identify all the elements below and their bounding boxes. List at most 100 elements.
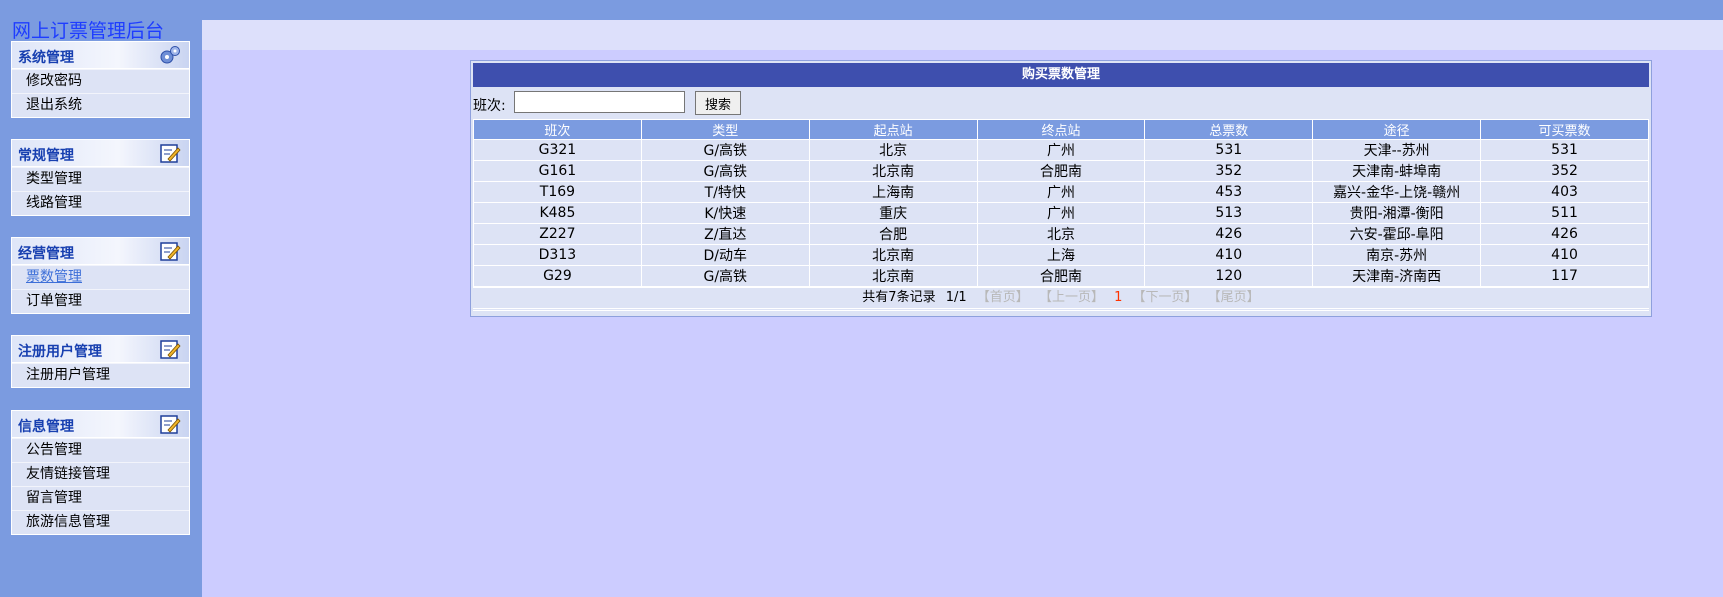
- table-cell: 天津南-蚌埠南: [1312, 160, 1482, 182]
- sidebar-group-business: 经营管理 票数管理 订单管理: [11, 237, 190, 314]
- last-page-link[interactable]: 【尾页】: [1208, 290, 1260, 305]
- table-cell: 上海南: [808, 181, 978, 203]
- table-cell: 北京南: [808, 244, 978, 266]
- sidebar-item-type-management[interactable]: 类型管理: [12, 167, 189, 191]
- table-cell: 广州: [976, 139, 1146, 161]
- table-row: G321 G/高铁 北京 广州 531 天津--苏州 531: [473, 139, 1649, 161]
- table-cell: 117: [1480, 265, 1649, 287]
- page-info: 1/1: [945, 290, 967, 305]
- table-row: D313 D/动车 北京南 上海 410 南京-苏州 410: [473, 244, 1649, 266]
- table-cell: 广州: [976, 202, 1146, 224]
- sidebar-item-registered-users[interactable]: 注册用户管理: [12, 363, 189, 387]
- settings-gears-icon: [160, 46, 180, 64]
- table-cell: Z227: [473, 223, 642, 245]
- table-cell: Z/直达: [640, 223, 810, 245]
- sidebar-item-change-password[interactable]: 修改密码: [12, 69, 189, 93]
- table-cell: 352: [1480, 160, 1649, 182]
- top-bar: [0, 0, 1723, 20]
- sidebar-group-header[interactable]: 系统管理: [12, 42, 189, 69]
- sidebar-group-title: 系统管理: [18, 50, 74, 66]
- main-header-strip: [202, 20, 1723, 50]
- sidebar-item-travel-info[interactable]: 旅游信息管理: [12, 510, 189, 534]
- sidebar-group-info: 信息管理 公告管理 友情链接管理 留言管理 旅游信息管理: [11, 410, 190, 535]
- pagination: 共有7条记录 1/1 【首页】 【上一页】 1 【下一页】 【尾页】: [473, 287, 1649, 309]
- first-page-link[interactable]: 【首页】: [977, 290, 1029, 305]
- train-number-search-input[interactable]: [514, 91, 685, 113]
- current-page: 1: [1114, 290, 1123, 305]
- ticket-management-panel: 购买票数管理 班次: 搜索 班次 类型 起点站 终点站 总票数 途径 可买票数 …: [470, 60, 1652, 317]
- sidebar-group-title: 经营管理: [18, 246, 74, 262]
- table-cell: 六安-霍邱-阜阳: [1312, 223, 1482, 245]
- table-cell: G/高铁: [640, 139, 810, 161]
- table-cell: 410: [1144, 244, 1314, 266]
- table-cell: 120: [1144, 265, 1314, 287]
- sidebar: 网上订票管理后台 系统管理 修改密码 退出系统 常规管理 类型管理 线路管理 经…: [0, 0, 202, 597]
- search-label: 班次:: [473, 98, 506, 114]
- table-cell: 南京-苏州: [1312, 244, 1482, 266]
- table-cell: 北京: [976, 223, 1146, 245]
- next-page-link[interactable]: 【下一页】: [1133, 290, 1198, 305]
- table-cell: T/特快: [640, 181, 810, 203]
- table-cell: 天津--苏州: [1312, 139, 1482, 161]
- sidebar-group-users: 注册用户管理 注册用户管理: [11, 335, 190, 388]
- sidebar-group-title: 常规管理: [18, 148, 74, 164]
- panel-footer: [473, 310, 1649, 314]
- table-cell: 上海: [976, 244, 1146, 266]
- search-button[interactable]: 搜索: [695, 91, 741, 115]
- column-header: 途径: [1312, 119, 1482, 140]
- table-cell: G/高铁: [640, 265, 810, 287]
- edit-note-icon: [160, 242, 181, 261]
- table-cell: 453: [1144, 181, 1314, 203]
- sidebar-group-header[interactable]: 经营管理: [12, 238, 189, 265]
- table-cell: G321: [473, 139, 642, 161]
- table-cell: 广州: [976, 181, 1146, 203]
- table-cell: D313: [473, 244, 642, 266]
- ticket-table: 班次 类型 起点站 终点站 总票数 途径 可买票数 G321 G/高铁 北京 广州 53…: [473, 119, 1649, 287]
- sidebar-group-title: 注册用户管理: [18, 344, 102, 360]
- sidebar-item-order-management[interactable]: 订单管理: [12, 289, 189, 313]
- column-header: 可买票数: [1480, 119, 1649, 140]
- sidebar-group-general: 常规管理 类型管理 线路管理: [11, 139, 190, 216]
- sidebar-item-announcements[interactable]: 公告管理: [12, 438, 189, 462]
- sidebar-item-friend-links[interactable]: 友情链接管理: [12, 462, 189, 486]
- table-cell: D/动车: [640, 244, 810, 266]
- table-cell: G161: [473, 160, 642, 182]
- table-row: K485 K/快速 重庆 广州 513 贵阳-湘潭-衡阳 511: [473, 202, 1649, 224]
- sidebar-item-route-management[interactable]: 线路管理: [12, 191, 189, 215]
- table-cell: 426: [1144, 223, 1314, 245]
- table-row: G29 G/高铁 北京南 合肥南 120 天津南-济南西 117: [473, 265, 1649, 287]
- sidebar-item-ticket-management[interactable]: 票数管理: [12, 265, 189, 289]
- table-cell: 531: [1144, 139, 1314, 161]
- sidebar-item-logout[interactable]: 退出系统: [12, 93, 189, 117]
- table-cell: 426: [1480, 223, 1649, 245]
- sidebar-item-messages[interactable]: 留言管理: [12, 486, 189, 510]
- panel-title: 购买票数管理: [473, 63, 1649, 87]
- table-cell: 511: [1480, 202, 1649, 224]
- sidebar-group-title: 信息管理: [18, 419, 74, 435]
- sidebar-group-system: 系统管理 修改密码 退出系统: [11, 41, 190, 118]
- table-cell: 513: [1144, 202, 1314, 224]
- sidebar-group-header[interactable]: 常规管理: [12, 140, 189, 167]
- table-cell: T169: [473, 181, 642, 203]
- sidebar-group-header[interactable]: 信息管理: [12, 411, 189, 438]
- sidebar-group-header[interactable]: 注册用户管理: [12, 336, 189, 363]
- table-cell: 合肥南: [976, 160, 1146, 182]
- table-cell: 贵阳-湘潭-衡阳: [1312, 202, 1482, 224]
- table-cell: 北京: [808, 139, 978, 161]
- table-cell: 重庆: [808, 202, 978, 224]
- column-header: 班次: [473, 119, 642, 140]
- column-header: 终点站: [976, 119, 1146, 140]
- table-cell: K485: [473, 202, 642, 224]
- edit-note-icon: [160, 144, 181, 163]
- table-row: G161 G/高铁 北京南 合肥南 352 天津南-蚌埠南 352: [473, 160, 1649, 182]
- table-cell: 352: [1144, 160, 1314, 182]
- table-cell: 合肥南: [976, 265, 1146, 287]
- prev-page-link[interactable]: 【上一页】: [1039, 290, 1104, 305]
- table-cell: 北京南: [808, 265, 978, 287]
- table-row: Z227 Z/直达 合肥 北京 426 六安-霍邱-阜阳 426: [473, 223, 1649, 245]
- table-cell: 嘉兴-金华-上饶-赣州: [1312, 181, 1482, 203]
- column-header: 起点站: [808, 119, 978, 140]
- table-row: T169 T/特快 上海南 广州 453 嘉兴-金华-上饶-赣州 403: [473, 181, 1649, 203]
- table-cell: 天津南-济南西: [1312, 265, 1482, 287]
- table-cell: 合肥: [808, 223, 978, 245]
